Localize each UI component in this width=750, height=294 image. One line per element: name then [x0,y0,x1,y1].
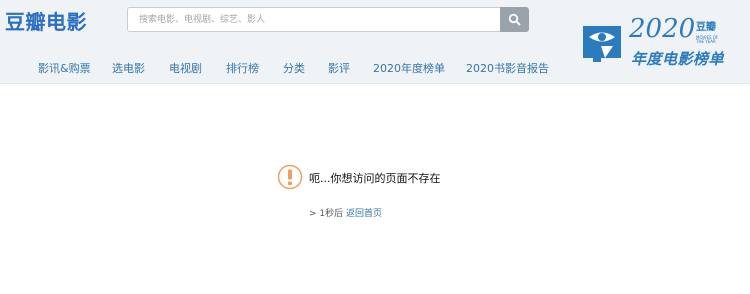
nav-item-tag[interactable]: 分类 [283,60,305,76]
banner-year: 2020 [629,14,696,44]
search-icon [508,13,521,26]
nav-item-annual-list[interactable]: 2020年度榜单 [373,60,445,76]
header: 豆瓣电影 影讯&购票 选电影 电视剧 排行榜 分类 影评 2020年度榜单 20… [0,0,750,84]
banner-brand: 豆瓣 [696,22,716,33]
nav-item-annual-report[interactable]: 2020书影音报告 [466,60,549,76]
nav-item-tv[interactable]: 电视剧 [169,60,202,76]
redirect-notice: > 1秒后 返回首页 [309,206,382,219]
nav-item-tickets[interactable]: 影讯&购票 [38,60,91,76]
back-home-link[interactable]: 返回首页 [346,209,382,219]
nav-item-chart[interactable]: 排行榜 [226,60,259,76]
nav-item-explore[interactable]: 选电影 [112,60,145,76]
search-button[interactable] [500,7,529,32]
annual-list-banner[interactable]: 2020 豆瓣 MOVIES OF THE YEAR 年度电影榜单 [583,14,733,70]
search-input[interactable] [127,7,500,32]
douban-eye-logo-icon [583,26,621,62]
search-bar [127,7,529,32]
douban-movie-logo[interactable]: 豆瓣电影 [5,6,87,35]
banner-subtitle: MOVIES OF THE YEAR [696,35,719,44]
nav-item-review[interactable]: 影评 [328,60,350,76]
warning-icon [277,164,303,190]
error-text: 呃...你想访问的页面不存在 [309,172,441,185]
redirect-countdown: > 1秒后 [309,209,344,219]
banner-title: 年度电影榜单 [631,50,725,68]
